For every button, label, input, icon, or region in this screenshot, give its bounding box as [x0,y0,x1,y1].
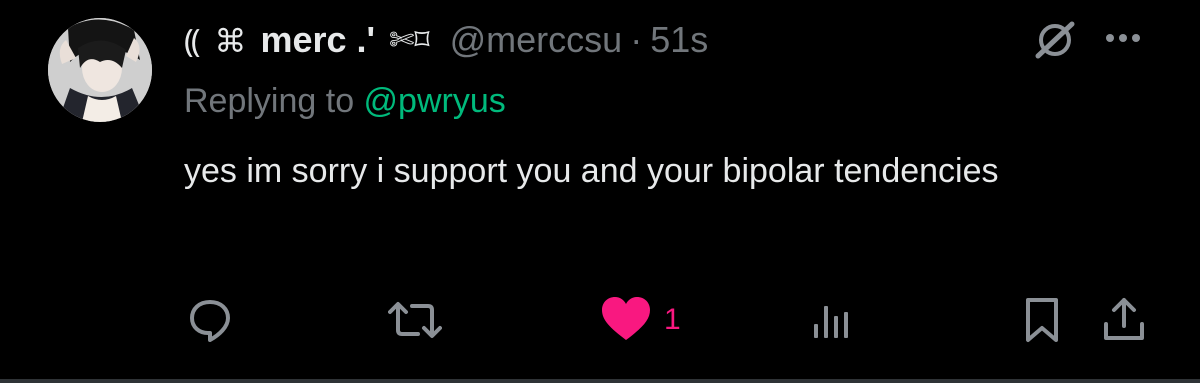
retweet-button[interactable] [388,292,442,348]
share-icon [1104,298,1144,340]
tweet-header: ⸨ ⌘ merc . ʹ ✄⌑ @merccsu · 51s [184,14,708,66]
more-icon[interactable] [1098,18,1148,58]
bookmark-icon [1026,298,1058,342]
retweet-icon [388,302,442,338]
timestamp[interactable]: 51s [650,19,708,61]
name-prefix-decoration: ⸨ ⌘ [184,21,249,60]
share-button[interactable] [1100,292,1148,348]
heart-icon [602,297,650,340]
reply-icon [190,300,230,342]
views-button[interactable] [810,292,854,348]
name-slash: ʹ [366,19,376,60]
display-name[interactable]: merc . [260,19,366,61]
views-icon [814,306,848,338]
user-handle[interactable]: @merccsu [450,19,623,61]
avatar[interactable] [48,18,152,122]
name-suffix-decoration: ✄⌑ [389,22,430,58]
tweet: ⸨ ⌘ merc . ʹ ✄⌑ @merccsu · 51s Replying … [0,0,1200,383]
divider [0,379,1200,383]
replying-to: Replying to @pwryus [184,82,506,121]
bookmark-button[interactable] [1022,292,1062,348]
like-button[interactable]: 1 [600,292,681,348]
mention-link[interactable]: @pwryus [364,82,506,120]
replying-to-label: Replying to [184,82,364,120]
avatar-image [48,18,152,122]
grok-icon[interactable] [1030,20,1080,60]
like-count: 1 [664,303,681,336]
tweet-text: yes im sorry i support you and your bipo… [184,152,999,190]
reply-button[interactable] [186,292,234,348]
separator: · [630,19,643,60]
